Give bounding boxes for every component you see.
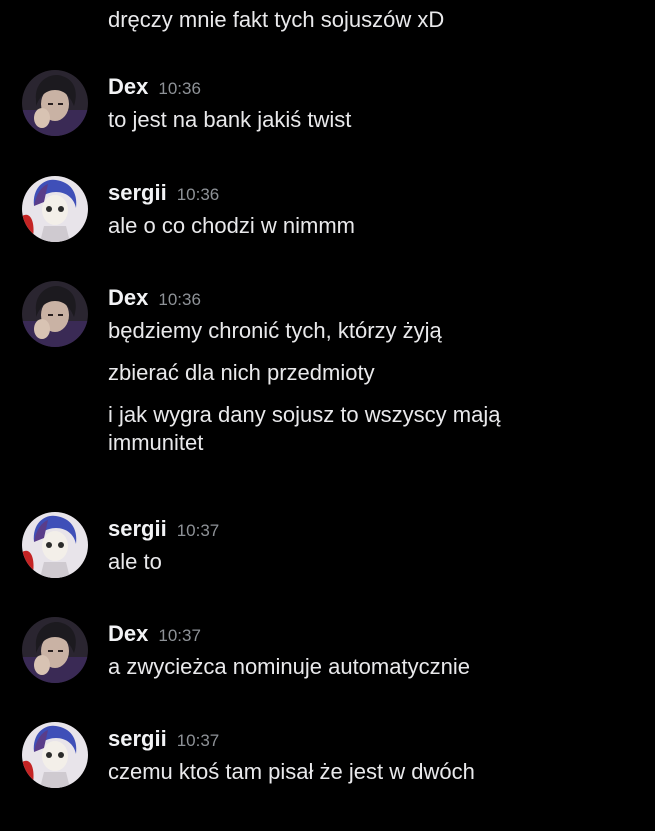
- message-text: będziemy chronić tych, którzy żyją: [108, 318, 442, 343]
- avatar[interactable]: [22, 722, 88, 788]
- message-text: zbierać dla nich przedmioty: [108, 360, 375, 385]
- avatar[interactable]: [22, 617, 88, 683]
- message-text: i jak wygra dany sojusz to wszyscy mają …: [108, 402, 501, 455]
- avatar[interactable]: [22, 281, 88, 347]
- message-header: sergii 10:37: [108, 724, 219, 754]
- timestamp: 10:36: [176, 185, 220, 204]
- username[interactable]: Dex: [108, 74, 148, 99]
- timestamp: 10:37: [176, 731, 220, 750]
- username[interactable]: Dex: [108, 621, 148, 646]
- message-text: to jest na bank jakiś twist: [108, 107, 352, 132]
- dex-avatar-icon: [22, 70, 88, 136]
- username[interactable]: Dex: [108, 285, 148, 310]
- message-text: a zwycieżca nominuje automatycznie: [108, 654, 470, 679]
- timestamp: 10:36: [158, 79, 201, 98]
- timestamp: 10:36: [158, 290, 201, 309]
- message-header: Dex 10:36: [108, 283, 201, 313]
- timestamp: 10:37: [158, 626, 201, 645]
- dex-avatar-icon: [22, 617, 88, 683]
- message-header: sergii 10:36: [108, 178, 219, 208]
- message-text: ale o co chodzi w nimmm: [108, 213, 355, 238]
- message-text: dręczy mnie fakt tych sojuszów xD: [108, 7, 445, 32]
- avatar[interactable]: [22, 176, 88, 242]
- message-header: Dex 10:36: [108, 72, 201, 102]
- sergii-avatar-icon: [22, 512, 88, 578]
- timestamp: 10:37: [176, 521, 220, 540]
- sergii-avatar-icon: [22, 722, 88, 788]
- dex-avatar-icon: [22, 281, 88, 347]
- sergii-avatar-icon: [22, 176, 88, 242]
- message-text: ale to: [108, 549, 162, 574]
- username[interactable]: sergii: [108, 726, 167, 751]
- message-text: czemu ktoś tam pisał że jest w dwóch: [108, 759, 475, 784]
- username[interactable]: sergii: [108, 180, 167, 205]
- message-header: Dex 10:37: [108, 619, 201, 649]
- message-header: sergii 10:37: [108, 514, 219, 544]
- chat-message-list: dręczy mnie fakt tych sojuszów xD Dex 10:…: [0, 0, 655, 831]
- avatar[interactable]: [22, 70, 88, 136]
- avatar[interactable]: [22, 512, 88, 578]
- username[interactable]: sergii: [108, 516, 167, 541]
